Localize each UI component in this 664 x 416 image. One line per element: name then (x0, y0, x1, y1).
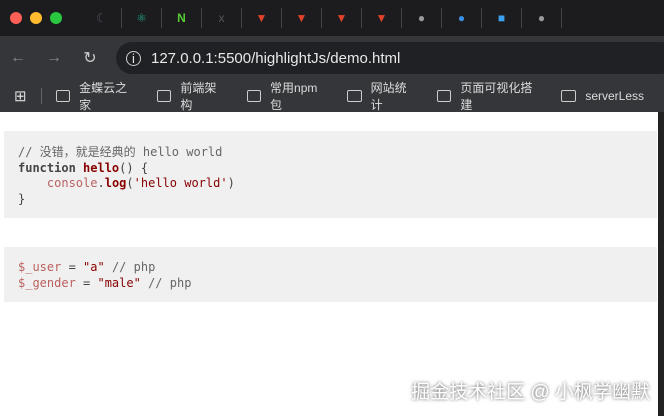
code-comment: // php (104, 260, 156, 274)
bookmark-folder[interactable]: 常用npm包 (246, 79, 328, 113)
maximize-window-button[interactable] (50, 12, 62, 24)
tab-globe[interactable]: ● (402, 8, 442, 28)
url-text: 127.0.0.1:5500/highlightJs/demo.html (151, 49, 401, 67)
code-keyword: function (18, 160, 76, 175)
folder-icon (561, 90, 577, 102)
tab-electron[interactable]: ⚛ (122, 8, 162, 28)
back-button[interactable]: ← (0, 49, 36, 67)
apps-grid-icon[interactable]: ⊞ (14, 87, 27, 105)
tab-gitlab[interactable]: ▼ (282, 8, 322, 28)
bookmark-folder[interactable]: serverLess (561, 89, 644, 103)
browser-toolbar: ← → ↻ i 127.0.0.1:5500/highlightJs/demo.… (0, 36, 664, 80)
code-punct: () { (119, 160, 149, 175)
reload-button[interactable]: ↻ (72, 48, 108, 68)
code-punct: } (18, 191, 26, 206)
tab-app[interactable]: ● (442, 8, 482, 28)
bookmark-folder[interactable]: 页面可视化搭建 (436, 79, 542, 113)
divider (40, 88, 42, 104)
code-punct: ) (227, 176, 235, 190)
bookmark-label: 金蝶云之家 (79, 81, 128, 112)
tab-cloud[interactable]: ■ (482, 8, 522, 28)
folder-icon (347, 90, 362, 102)
code-variable: $_gender (18, 275, 76, 290)
forward-button[interactable]: → (36, 49, 72, 67)
tab-loading[interactable]: ☾ (82, 8, 122, 28)
code-punct: = (75, 275, 98, 290)
bookmark-folder[interactable]: 前端架构 (156, 79, 227, 113)
code-variable: $_user (18, 260, 62, 274)
folder-icon (436, 90, 452, 102)
bookmark-folder[interactable]: 金蝶云之家 (55, 79, 137, 113)
bookmark-label: 网站统计 (370, 81, 407, 112)
tab-gitlab[interactable]: ▼ (362, 8, 402, 28)
code-punct: = (61, 260, 84, 274)
address-bar[interactable]: i 127.0.0.1:5500/highlightJs/demo.html (116, 42, 664, 74)
bookmark-label: serverLess (585, 89, 644, 103)
code-method: log (104, 176, 127, 190)
devtools-edge (658, 112, 664, 416)
code-comment: // php (140, 275, 192, 290)
code-string: 'hello world' (133, 176, 228, 190)
watermark: 掘金技术社区 @ 小枫学幽默 (411, 382, 650, 403)
code-string: "a" (83, 260, 105, 274)
tab-nginx[interactable]: N (162, 8, 202, 28)
close-window-button[interactable] (10, 12, 22, 24)
code-function-name: hello (83, 160, 120, 175)
tab-strip: ☾ ⚛ N x ▼ ▼ ▼ ▼ ● ● ■ ● (0, 0, 664, 36)
code-punct: ( (126, 176, 134, 190)
tab-gitlab[interactable]: ▼ (322, 8, 362, 28)
code-punct: . (97, 176, 105, 190)
folder-icon (246, 90, 262, 102)
code-object: console (46, 176, 98, 190)
bookmark-folder[interactable]: 网站统计 (347, 79, 417, 113)
tab-globe[interactable]: ● (522, 8, 562, 28)
info-icon[interactable]: i (126, 50, 141, 66)
bookmark-label: 页面可视化搭建 (460, 81, 533, 112)
bookmarks-bar: ⊞ 金蝶云之家 前端架构 常用npm包 网站统计 页面可视化搭建 serverL… (0, 80, 664, 112)
folder-icon (156, 90, 172, 102)
tab-gitlab[interactable]: ▼ (242, 8, 282, 28)
code-comment: // 没错，就是经典的 hello world (18, 145, 223, 159)
bookmark-label: 前端架构 (180, 81, 217, 112)
bookmark-label: 常用npm包 (270, 81, 318, 112)
code-block-js: // 没错，就是经典的 hello world function hello()… (4, 131, 657, 218)
code-block-php: $_user = "a" // php $_gender = "male" //… (4, 247, 657, 302)
minimize-window-button[interactable] (30, 12, 42, 24)
folder-icon (55, 90, 71, 102)
code-string: "male" (97, 275, 141, 290)
tab-generic[interactable]: x (202, 8, 242, 28)
